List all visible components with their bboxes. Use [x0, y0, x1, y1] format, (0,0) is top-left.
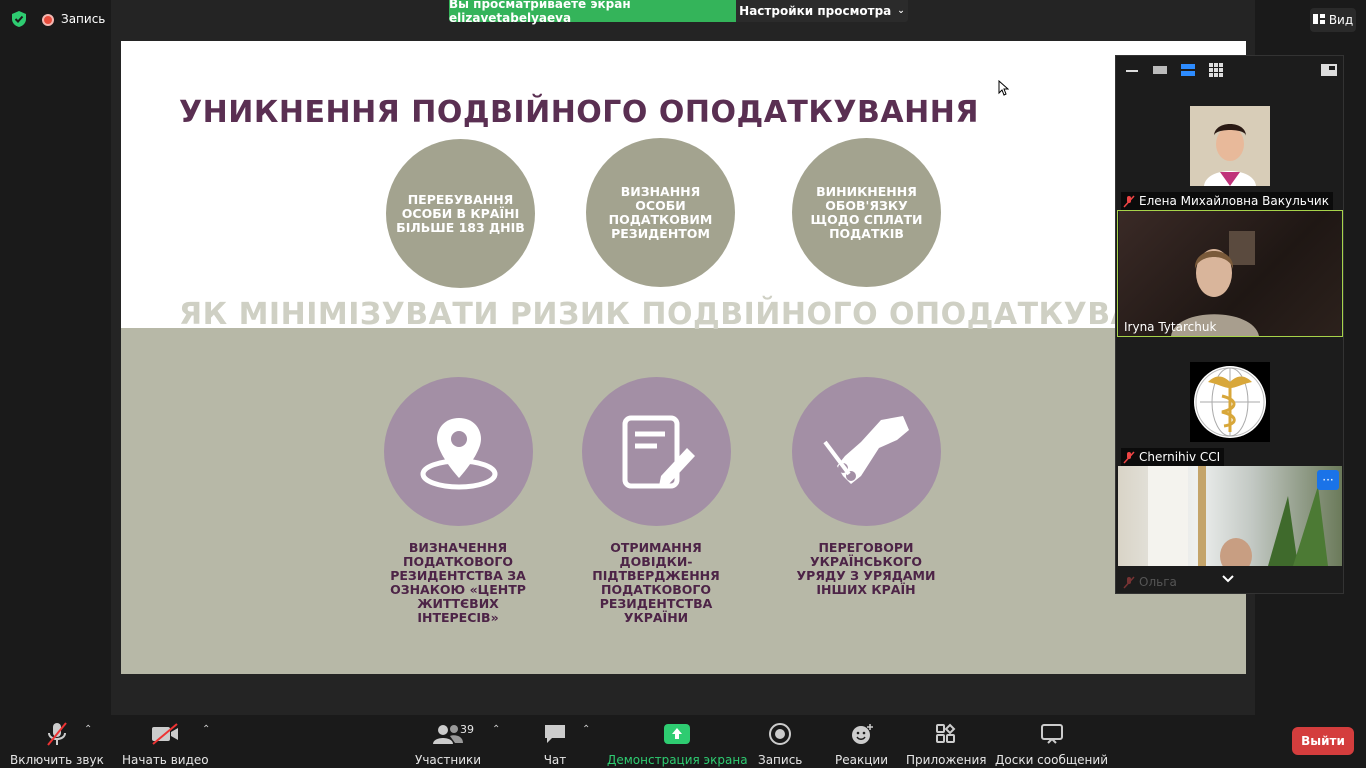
participants-video-panel: Елена Михайловна Вакульчик Iryna Tytarch… — [1115, 55, 1344, 594]
participants-label: Участники — [415, 753, 482, 767]
caption-life-interests: ВИЗНАЧЕННЯ ПОДАТКОВОГО РЕЗИДЕНТСТВА ЗА О… — [390, 540, 526, 625]
video-off-icon — [151, 721, 179, 747]
handshake-icon — [822, 415, 909, 484]
participant-name: Елена Михайловна Вакульчик — [1121, 192, 1333, 210]
circle-text: ПЕРЕБУВАННЯ ОСОБИ В КРАЇНІ БІЛЬШЕ 183 ДН… — [396, 191, 525, 235]
record-label: Запись — [61, 12, 106, 26]
participant-tile-active-speaker[interactable]: Iryna Tytarchuk — [1117, 210, 1343, 337]
slide-subtitle: ЯК МІНІМІЗУВАТИ РИЗИК ПОДВІЙНОГО ОПОДАТК… — [179, 297, 1210, 332]
avatar — [1190, 106, 1270, 186]
start-video-button[interactable]: Начать видео — [122, 721, 209, 767]
participant-tile[interactable]: ··· Ольга — [1117, 466, 1343, 593]
more-options-button[interactable]: ··· — [1317, 470, 1339, 490]
reactions-smiley-icon — [850, 721, 874, 747]
participants-caret-icon[interactable]: ⌃ — [492, 724, 500, 735]
video-options-caret-icon[interactable]: ⌃ — [202, 724, 210, 735]
whiteboards-button[interactable]: Доски сообщений — [995, 721, 1108, 767]
view-settings-label: Настройки просмотра — [739, 4, 892, 18]
document-edit-icon — [622, 415, 695, 488]
circle-text: ВИЗНАННЯ ОСОБИ ПОДАТКОВИМ РЕЗИДЕНТОМ — [608, 183, 713, 241]
caption-government-negotiations: ПЕРЕГОВОРИ УКРАЇНСЬКОГО УРЯДУ З УРЯДАМИ … — [796, 540, 936, 597]
muted-mic-icon — [1123, 450, 1135, 464]
chat-label: Чат — [543, 753, 567, 767]
record-button[interactable]: Запись — [758, 721, 802, 767]
strip-view-icon[interactable] — [1180, 63, 1196, 77]
recording-indicator[interactable]: Запись — [42, 12, 105, 26]
viewing-banner: Вы просматриваете экран elizavetabelyaev… — [449, 0, 736, 25]
participant-tile[interactable]: Елена Михайловна Вакульчик — [1117, 84, 1343, 210]
share-screen-button[interactable]: Демонстрация экрана — [607, 721, 748, 767]
muted-mic-icon — [1123, 575, 1135, 589]
presentation-slide: УНИКНЕННЯ ПОДВІЙНОГО ОПОДАТКУВАННЯ ПЕРЕБ… — [121, 41, 1246, 674]
participant-name-label: Елена Михайловна Вакульчик — [1139, 194, 1329, 208]
chat-button[interactable]: Чат — [543, 721, 567, 767]
unmute-label: Включить звук — [10, 753, 104, 767]
panel-layout-toolbar — [1116, 56, 1343, 84]
muted-mic-icon — [1123, 194, 1135, 208]
apps-label: Приложения — [906, 753, 987, 767]
view-settings-dropdown[interactable]: Настройки просмотра ⌄ — [736, 0, 908, 22]
circle-tax-resident: ВИЗНАННЯ ОСОБИ ПОДАТКОВИМ РЕЗИДЕНТОМ — [586, 138, 735, 287]
apps-icon — [935, 721, 957, 747]
participant-name-label: Ольга — [1139, 575, 1177, 589]
whiteboard-icon — [1040, 721, 1064, 747]
leave-meeting-button[interactable]: Выйти — [1292, 727, 1354, 755]
participants-icon — [433, 721, 464, 747]
shield-icon[interactable] — [10, 10, 28, 28]
record-dot-icon — [42, 13, 54, 26]
top-left-status: Запись — [10, 10, 105, 28]
participant-name: Iryna Tytarchuk — [1122, 318, 1220, 336]
participant-name: Ольга — [1121, 573, 1181, 591]
grid-view-icon — [1312, 13, 1325, 27]
participants-count: 39 — [460, 723, 474, 736]
muted-mic-icon — [45, 721, 69, 747]
handshake-circle — [792, 377, 941, 526]
participant-name: Chernihiv CCI — [1121, 448, 1225, 466]
participant-name-label: Chernihiv CCI — [1139, 450, 1221, 464]
share-screen-label: Демонстрация экрана — [607, 753, 748, 767]
single-tile-icon[interactable] — [1152, 63, 1168, 77]
caption-residency-certificate: ОТРИМАННЯ ДОВІДКИ-ПІДТВЕРДЖЕННЯ ПОДАТКОВ… — [592, 540, 720, 625]
start-video-label: Начать видео — [122, 753, 209, 767]
video-feed — [1118, 466, 1342, 574]
view-button-label: Вид — [1328, 13, 1354, 27]
minimize-icon[interactable] — [1124, 63, 1140, 77]
apps-button[interactable]: Приложения — [906, 721, 987, 767]
participant-name-label: Iryna Tytarchuk — [1124, 320, 1217, 334]
gallery-view-icon[interactable] — [1208, 63, 1224, 77]
record-label: Запись — [758, 753, 803, 767]
whiteboards-label: Доски сообщений — [995, 753, 1108, 767]
chevron-down-icon: ⌄ — [897, 6, 905, 16]
circle-tax-obligation: ВИНИКНЕННЯ ОБОВ'ЯЗКУ ЩОДО СПЛАТИ ПОДАТКІ… — [792, 138, 941, 287]
record-icon — [769, 721, 792, 747]
chevron-down-icon[interactable] — [1222, 568, 1234, 587]
share-screen-icon — [664, 721, 691, 747]
slide-title: УНИКНЕННЯ ПОДВІЙНОГО ОПОДАТКУВАННЯ — [179, 95, 979, 130]
participant-tile[interactable]: Chernihiv CCI — [1117, 338, 1343, 466]
circle-stay-183-days: ПЕРЕБУВАННЯ ОСОБИ В КРАЇНІ БІЛЬШЕ 183 ДН… — [386, 139, 535, 288]
chamber-logo — [1190, 362, 1270, 442]
chat-icon — [543, 721, 567, 747]
pop-out-icon[interactable] — [1321, 63, 1337, 77]
map-pin-circle — [384, 377, 533, 526]
document-circle — [582, 377, 731, 526]
circle-text: ВИНИКНЕННЯ ОБОВ'ЯЗКУ ЩОДО СПЛАТИ ПОДАТКІ… — [810, 183, 923, 241]
view-button[interactable]: Вид — [1310, 8, 1356, 32]
audio-options-caret-icon[interactable]: ⌃ — [84, 724, 92, 735]
reactions-label: Реакции — [835, 753, 888, 767]
chat-caret-icon[interactable]: ⌃ — [582, 724, 590, 735]
reactions-button[interactable]: Реакции — [835, 721, 888, 767]
map-pin-icon — [420, 417, 497, 489]
mouse-cursor-icon — [998, 79, 1010, 100]
